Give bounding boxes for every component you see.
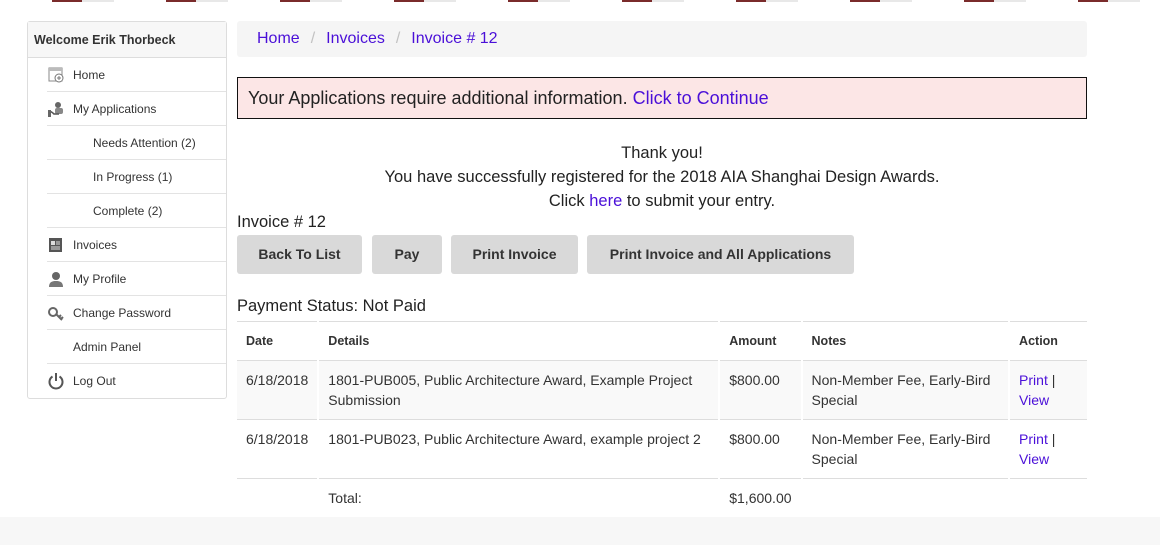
view-link[interactable]: View xyxy=(1019,392,1049,408)
sidebar-item-my-profile[interactable]: My Profile xyxy=(47,262,226,296)
cell-date: 6/18/2018 xyxy=(237,360,319,420)
sidebar-item-label: My Profile xyxy=(73,272,127,286)
registration-message: You have successfully registered for the… xyxy=(384,168,940,186)
breadcrumb-home-link[interactable]: Home xyxy=(257,30,300,47)
cell-empty xyxy=(1008,478,1087,517)
print-link[interactable]: Print xyxy=(1019,431,1048,447)
submit-entry-line: Click here to submit your entry. xyxy=(237,189,1087,213)
profile-icon xyxy=(47,270,65,288)
breadcrumb-invoice-link[interactable]: Invoice # 12 xyxy=(411,30,497,47)
sidebar-item-label: Admin Panel xyxy=(73,340,142,354)
top-decorative-strip xyxy=(0,0,1160,2)
sidebar-item-label: Change Password xyxy=(73,306,172,320)
sidebar-item-label: Needs Attention (2) xyxy=(93,136,196,150)
click-to-continue-link[interactable]: Click to Continue xyxy=(633,88,769,108)
breadcrumb-separator: / xyxy=(395,30,401,47)
breadcrumb-invoices-link[interactable]: Invoices xyxy=(326,30,385,47)
total-row: Total: $1,600.00 xyxy=(237,478,1087,517)
cell-notes: Non-Member Fee, Early-Bird Special xyxy=(800,419,1010,479)
confirmation-message: Thank you! You have successfully registe… xyxy=(237,141,1087,213)
thank-you-heading: Thank you! xyxy=(621,144,703,162)
applications-alert: Your Applications require additional inf… xyxy=(237,77,1087,119)
cell-notes: Non-Member Fee, Early-Bird Special xyxy=(800,360,1010,420)
sidebar-welcome: Welcome Erik Thorbeck xyxy=(28,22,226,58)
cell-date: 6/18/2018 xyxy=(237,419,319,479)
sidebar-item-change-password[interactable]: Change Password xyxy=(47,296,226,330)
cell-details: 1801-PUB023, Public Architecture Award, … xyxy=(317,419,720,479)
column-header-notes: Notes xyxy=(800,321,1010,361)
cell-details: 1801-PUB005, Public Architecture Award, … xyxy=(317,360,720,420)
sidebar-item-label: Log Out xyxy=(73,374,116,388)
alert-text: Your Applications require additional inf… xyxy=(248,88,628,108)
home-icon xyxy=(47,66,65,84)
invoice-icon xyxy=(47,236,65,254)
submit-entry-link[interactable]: here xyxy=(589,192,622,210)
column-header-details: Details xyxy=(317,321,720,361)
sidebar-item-label: Invoices xyxy=(73,238,118,252)
sidebar-item-log-out[interactable]: Log Out xyxy=(47,364,226,398)
total-label: Total: xyxy=(317,478,720,517)
page-footer-band xyxy=(0,517,1160,545)
sidebar-item-my-applications[interactable]: My Applications xyxy=(47,92,226,126)
submit-entry-suffix: to submit your entry. xyxy=(626,192,776,210)
cell-empty xyxy=(800,478,1010,517)
sidebar-item-label: In Progress (1) xyxy=(93,170,173,184)
invoice-title: Invoice # 12 xyxy=(237,213,326,231)
power-icon xyxy=(47,372,65,390)
payment-status: Payment Status: Not Paid xyxy=(237,297,426,315)
cell-action: Print | View xyxy=(1008,360,1087,420)
sidebar-item-label: My Applications xyxy=(73,102,157,116)
print-invoice-all-applications-button[interactable]: Print Invoice and All Applications xyxy=(587,235,854,274)
column-header-amount: Amount xyxy=(718,321,802,361)
view-link[interactable]: View xyxy=(1019,451,1049,467)
print-link[interactable]: Print xyxy=(1019,372,1048,388)
sidebar-item-invoices[interactable]: Invoices xyxy=(47,228,226,262)
applications-icon xyxy=(47,100,65,118)
sidebar-item-in-progress[interactable]: In Progress (1) xyxy=(47,160,226,194)
sidebar-item-admin-panel[interactable]: Admin Panel xyxy=(47,330,226,364)
table-row: 6/18/2018 1801-PUB023, Public Architectu… xyxy=(237,419,1087,479)
back-to-list-button[interactable]: Back To List xyxy=(237,235,362,274)
cell-amount: $800.00 xyxy=(718,419,802,479)
sidebar-item-needs-attention[interactable]: Needs Attention (2) xyxy=(47,126,226,160)
breadcrumb-separator: / xyxy=(310,30,316,47)
breadcrumb: Home / Invoices / Invoice # 12 xyxy=(237,21,1087,57)
sidebar-item-label: Complete (2) xyxy=(93,204,163,218)
column-header-date: Date xyxy=(237,321,319,361)
sidebar-item-complete[interactable]: Complete (2) xyxy=(47,194,226,228)
action-separator: | xyxy=(1051,431,1056,447)
cell-empty xyxy=(237,478,319,517)
submit-entry-prefix: Click xyxy=(548,192,585,210)
total-amount: $1,600.00 xyxy=(718,478,802,517)
sidebar-item-home[interactable]: Home xyxy=(47,58,226,92)
cell-action: Print | View xyxy=(1008,419,1087,479)
table-header-row: Date Details Amount Notes Action xyxy=(237,321,1087,361)
action-separator: | xyxy=(1051,372,1056,388)
column-header-action: Action xyxy=(1008,321,1087,361)
print-invoice-button[interactable]: Print Invoice xyxy=(451,235,578,274)
key-icon xyxy=(47,304,65,322)
invoice-items-table: Date Details Amount Notes Action 6/18/20… xyxy=(237,321,1087,517)
sidebar-item-label: Home xyxy=(73,68,106,82)
sidebar: Welcome Erik Thorbeck Home My Applicatio… xyxy=(27,21,227,399)
cell-amount: $800.00 xyxy=(718,360,802,420)
table-row: 6/18/2018 1801-PUB005, Public Architectu… xyxy=(237,360,1087,420)
pay-button[interactable]: Pay xyxy=(372,235,442,274)
